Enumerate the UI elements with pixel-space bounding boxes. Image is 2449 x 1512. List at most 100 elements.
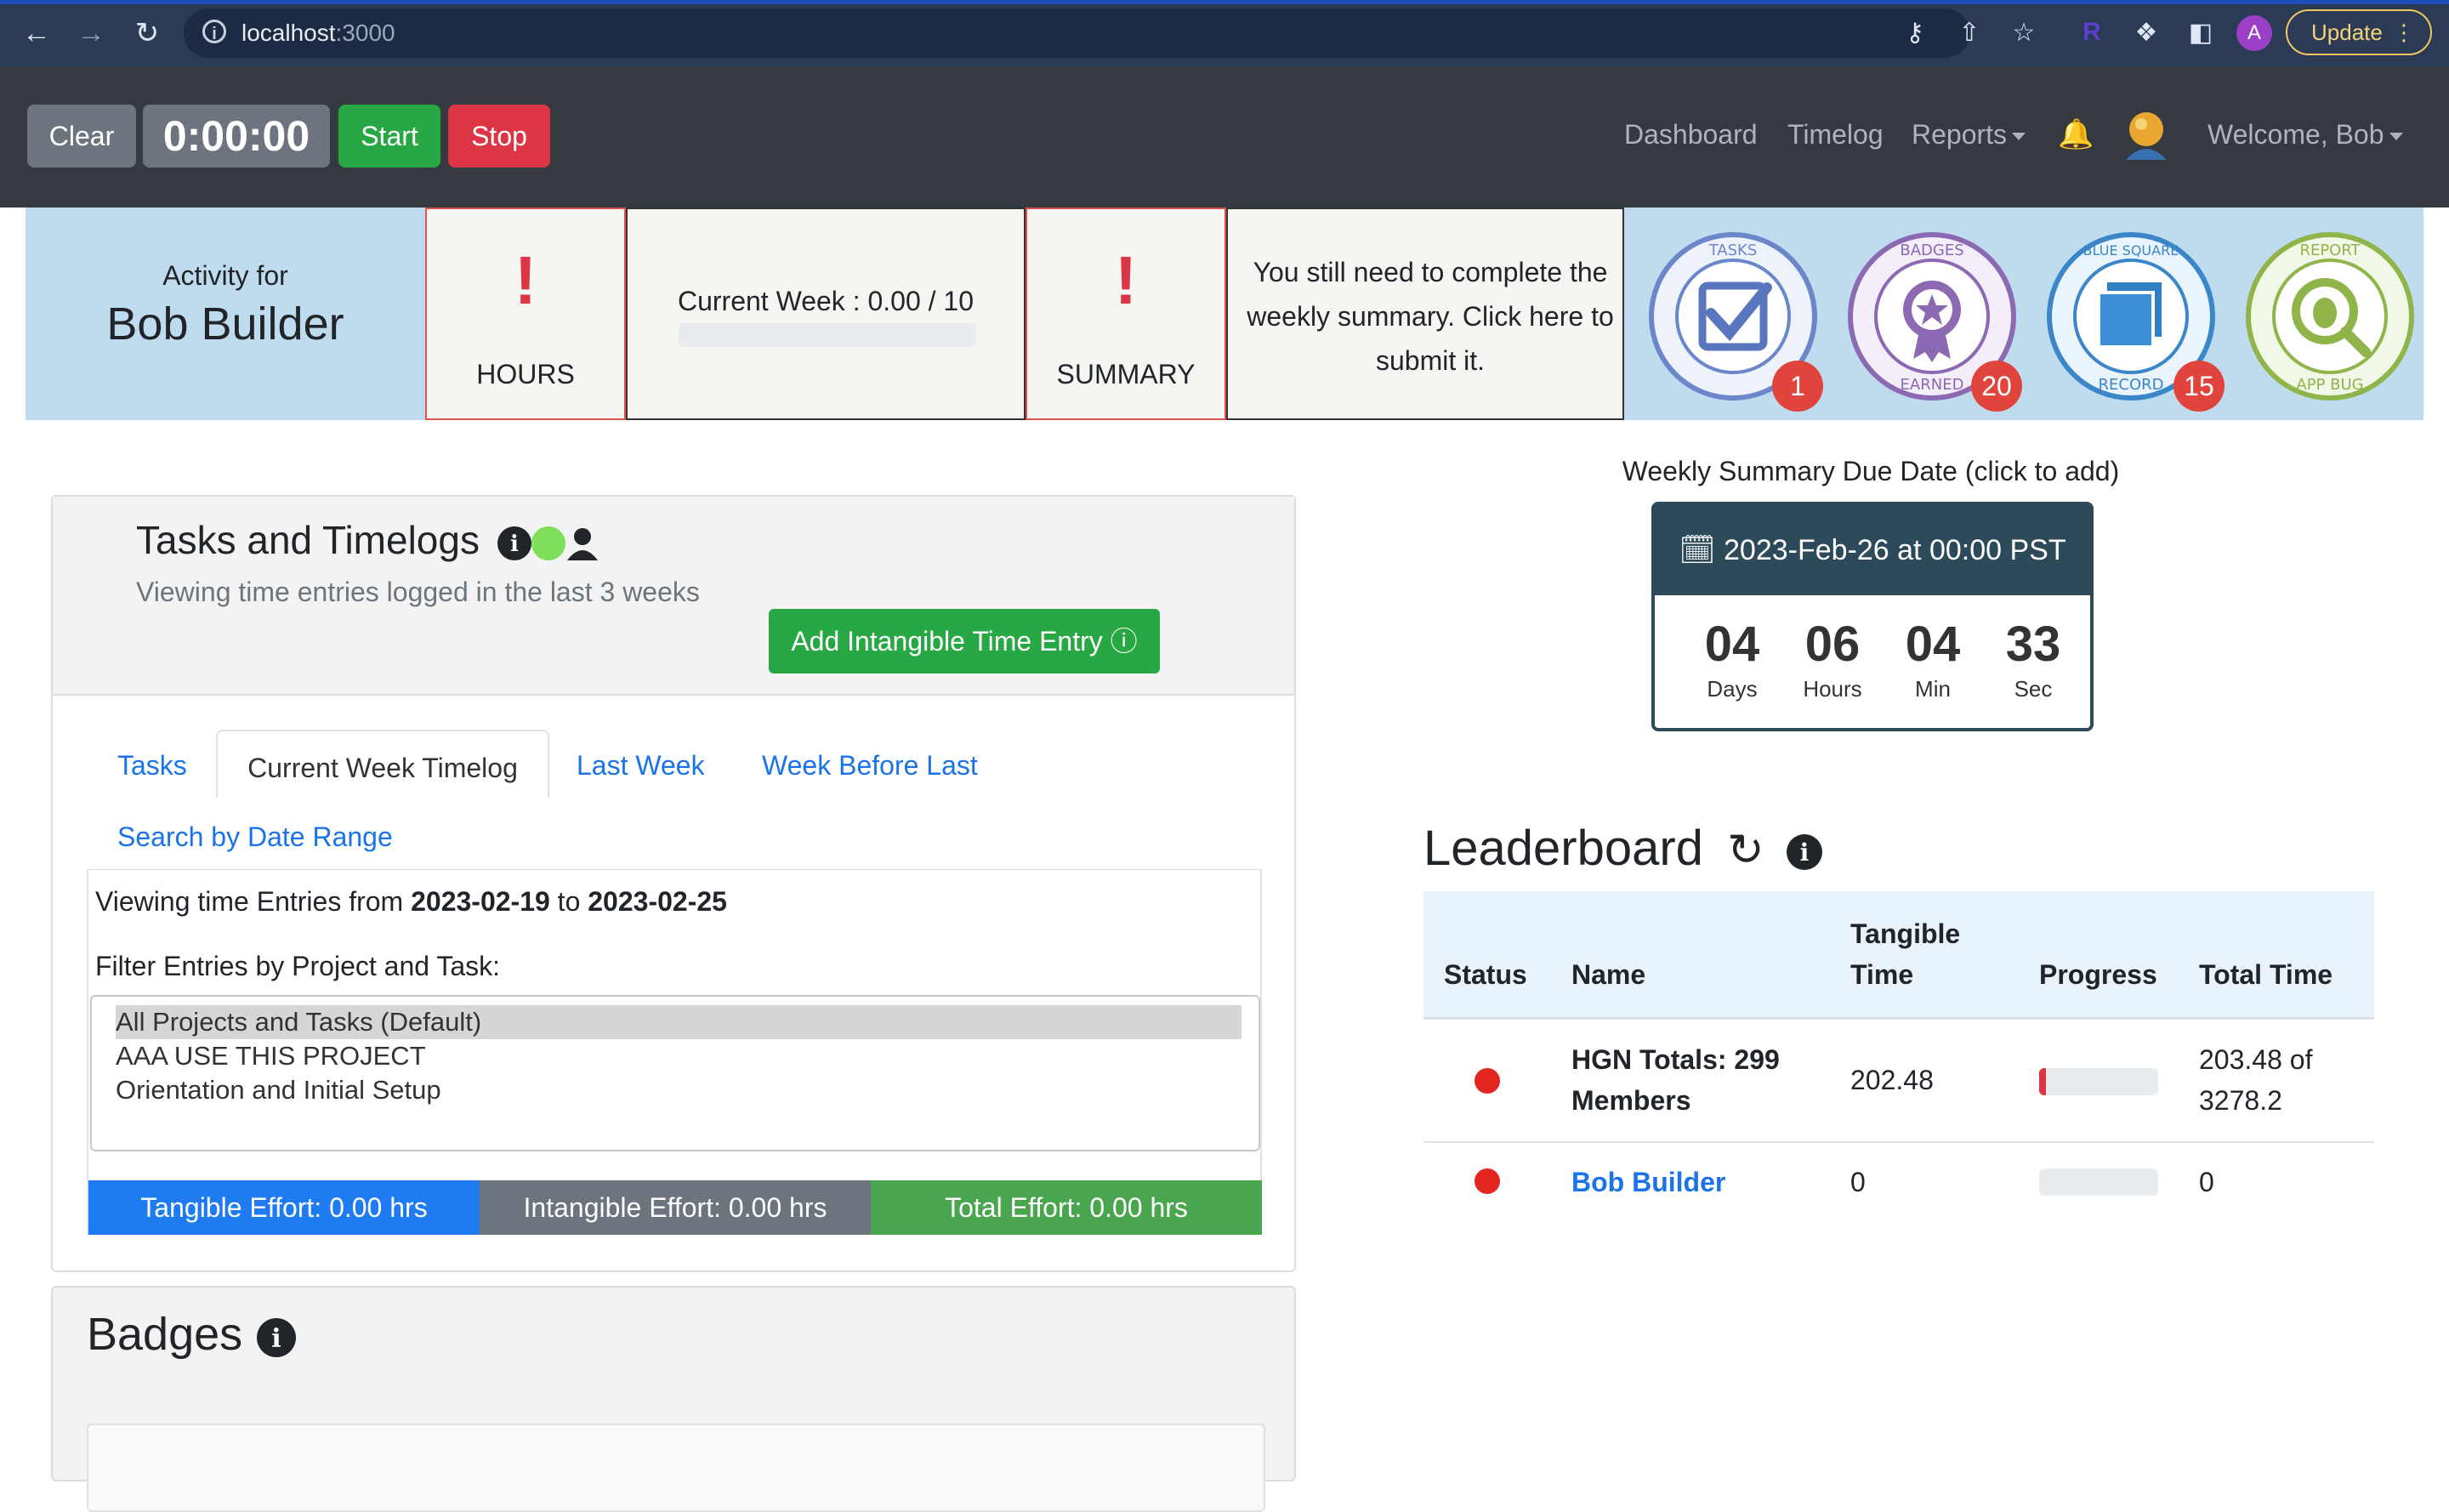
tab-last-week[interactable]: Last Week bbox=[577, 750, 705, 782]
calendar-check-icon: 🗓 bbox=[1679, 534, 1716, 566]
total-time: 0 bbox=[2199, 1167, 2214, 1197]
back-icon[interactable]: ← bbox=[15, 12, 58, 54]
badge-report-app-bug[interactable]: REPORT APP BUG bbox=[2245, 231, 2415, 401]
countdown-timer[interactable]: 🗓 2023-Feb-26 at 00:00 PST 04 Days 06 Hour… bbox=[1651, 502, 2094, 731]
countdown-minutes: 04 Min bbox=[1905, 617, 1961, 702]
tab-week-before-last[interactable]: Week Before Last bbox=[762, 750, 978, 782]
leaderboard-header: Status Name Tangible Time Progress Total … bbox=[1423, 891, 2374, 1020]
online-status-icon bbox=[531, 526, 565, 560]
user-icon[interactable] bbox=[573, 527, 591, 545]
badge-report-top-label: REPORT bbox=[2299, 242, 2361, 259]
hours-status-box[interactable]: ! HOURS bbox=[425, 207, 626, 420]
header-name: Name bbox=[1571, 959, 1646, 990]
weekly-summary-due-label[interactable]: Weekly Summary Due Date (click to add) bbox=[1599, 456, 2143, 487]
profile-avatar[interactable]: A bbox=[2236, 15, 2272, 51]
bookmark-star-icon[interactable]: ☆ bbox=[2007, 15, 2041, 49]
summary-status-box[interactable]: ! SUMMARY bbox=[1026, 207, 1226, 420]
due-date-header: 🗓 2023-Feb-26 at 00:00 PST bbox=[1655, 505, 2090, 595]
info-icon: ⓘ bbox=[1110, 626, 1138, 657]
activity-label: Activity for bbox=[162, 260, 288, 291]
puzzle-extensions-icon[interactable]: ❖ bbox=[2129, 15, 2163, 49]
project-task-filter-list[interactable]: All Projects and Tasks (Default) AAA USE… bbox=[90, 995, 1260, 1151]
leaderboard-user-link[interactable]: Bob Builder bbox=[1571, 1162, 1725, 1202]
share-icon[interactable]: ⇧ bbox=[1952, 15, 1986, 49]
filter-option[interactable]: All Projects and Tasks (Default) bbox=[116, 1005, 1242, 1039]
badge-count: 15 bbox=[2173, 361, 2225, 412]
alert-exclamation-icon: ! bbox=[514, 242, 537, 318]
svg-text:i: i bbox=[271, 1324, 281, 1354]
menu-dots-icon[interactable]: ⋮ bbox=[2393, 11, 2415, 54]
svg-text:i: i bbox=[1799, 838, 1809, 867]
timer-start-button[interactable]: Start bbox=[338, 105, 440, 168]
summary-reminder-box[interactable]: You still need to complete the weekly su… bbox=[1226, 207, 1624, 420]
info-icon[interactable]: i bbox=[1785, 833, 1824, 872]
forward-icon[interactable]: → bbox=[70, 12, 112, 54]
nav-timelog[interactable]: Timelog bbox=[1787, 109, 1884, 160]
tasks-card-header: Tasks and Timelogs i Viewing time entrie… bbox=[53, 497, 1294, 696]
tasks-timelogs-card: Tasks and Timelogs i Viewing time entrie… bbox=[51, 495, 1296, 1272]
nav-reports[interactable]: Reports bbox=[1912, 109, 2026, 160]
add-intangible-time-entry-button[interactable]: Add Intangible Time Entry ⓘ bbox=[769, 609, 1160, 674]
header-total-time: Total Time bbox=[2199, 959, 2333, 990]
summary-reminder-text[interactable]: You still need to complete the weekly su… bbox=[1238, 250, 1622, 383]
bell-icon[interactable]: 🔔 bbox=[2058, 109, 2094, 160]
tangible-effort-bar: Tangible Effort: 0.00 hrs bbox=[88, 1180, 480, 1235]
browser-update-button[interactable]: Update ⋮ bbox=[2286, 9, 2432, 55]
info-icon[interactable]: i bbox=[255, 1316, 298, 1359]
badge-count: 1 bbox=[1772, 361, 1823, 412]
filter-option[interactable]: Orientation and Initial Setup bbox=[116, 1073, 1242, 1107]
tasks-title: Tasks and Timelogs i bbox=[136, 517, 615, 564]
badge-tasks-label: TASKS bbox=[1708, 242, 1758, 259]
badges-content bbox=[87, 1424, 1265, 1512]
tasks-title-icons: i bbox=[497, 526, 598, 560]
tab-search-by-date-range[interactable]: Search by Date Range bbox=[117, 821, 393, 853]
badge-blue-square-bottom-label: RECORD bbox=[2099, 376, 2164, 394]
tab-tasks[interactable]: Tasks bbox=[117, 750, 187, 782]
extension-r-icon[interactable]: R bbox=[2075, 15, 2109, 49]
badge-blue-square-top-label: BLUE SQUARE bbox=[2083, 242, 2179, 259]
side-panel-icon[interactable]: ◧ bbox=[2184, 15, 2218, 49]
url-text[interactable]: localhost:3000 bbox=[241, 20, 395, 47]
table-row: HGN Totals: 299 Members 202.48 203.48 of 3… bbox=[1423, 1019, 2374, 1143]
table-row: Bob Builder 0 0 bbox=[1423, 1143, 2374, 1228]
refresh-icon[interactable]: ↻ bbox=[1727, 826, 1764, 875]
key-icon[interactable]: ⚷ bbox=[1898, 15, 1932, 49]
current-week-text: Current Week : 0.00 / 10 bbox=[677, 286, 974, 316]
tab-strip-accent bbox=[0, 0, 2449, 4]
leaderboard-table: Status Name Tangible Time Progress Total … bbox=[1423, 891, 2374, 1214]
timer-display: 0:00:00 bbox=[143, 105, 330, 168]
tab-current-week-timelog[interactable]: Current Week Timelog bbox=[216, 730, 549, 798]
chevron-down-icon bbox=[2012, 133, 2026, 141]
timer-stop-button[interactable]: Stop bbox=[448, 105, 550, 168]
nav-welcome-menu[interactable]: Welcome, Bob bbox=[2208, 109, 2403, 160]
svg-text:i: i bbox=[510, 531, 519, 557]
progress-bar bbox=[2039, 1168, 2158, 1196]
progress-fill bbox=[2039, 1068, 2047, 1095]
header-tangible-time: Tangible Time bbox=[1850, 918, 1961, 990]
current-week-box: Current Week : 0.00 / 10 bbox=[626, 207, 1026, 420]
filter-label: Filter Entries by Project and Task: bbox=[95, 951, 501, 981]
timer-clear-button[interactable]: Clear bbox=[27, 105, 136, 168]
site-info-icon[interactable]: i bbox=[202, 20, 226, 43]
user-avatar[interactable] bbox=[2121, 107, 2172, 163]
filter-option[interactable]: AAA USE THIS PROJECT bbox=[116, 1039, 1242, 1073]
status-indicator bbox=[1475, 1068, 1500, 1094]
current-week-progress-bar bbox=[679, 323, 976, 347]
intangible-effort-bar: Intangible Effort: 0.00 hrs bbox=[480, 1180, 871, 1235]
header-status: Status bbox=[1444, 959, 1527, 990]
header-progress: Progress bbox=[2039, 959, 2157, 990]
badge-earned-top-label: BADGES bbox=[1900, 242, 1963, 259]
activity-header: Activity for Bob Builder bbox=[26, 207, 425, 420]
viewing-range-text: Viewing time Entries from 2023-02-19 to … bbox=[95, 886, 727, 917]
badges-title: Badges i bbox=[87, 1308, 298, 1361]
progress-bar bbox=[2039, 1068, 2158, 1095]
alert-exclamation-icon: ! bbox=[1114, 242, 1138, 318]
badge-earned-bottom-label: EARNED bbox=[1901, 376, 1964, 394]
tangible-time: 0 bbox=[1850, 1167, 1866, 1197]
total-effort-bar: Total Effort: 0.00 hrs bbox=[871, 1180, 1262, 1235]
reload-icon[interactable]: ↻ bbox=[126, 12, 168, 54]
status-indicator bbox=[1475, 1168, 1500, 1194]
address-bar[interactable]: i localhost:3000 bbox=[184, 9, 1969, 58]
nav-dashboard[interactable]: Dashboard bbox=[1624, 109, 1758, 160]
tasks-subtitle: Viewing time entries logged in the last … bbox=[136, 577, 700, 607]
